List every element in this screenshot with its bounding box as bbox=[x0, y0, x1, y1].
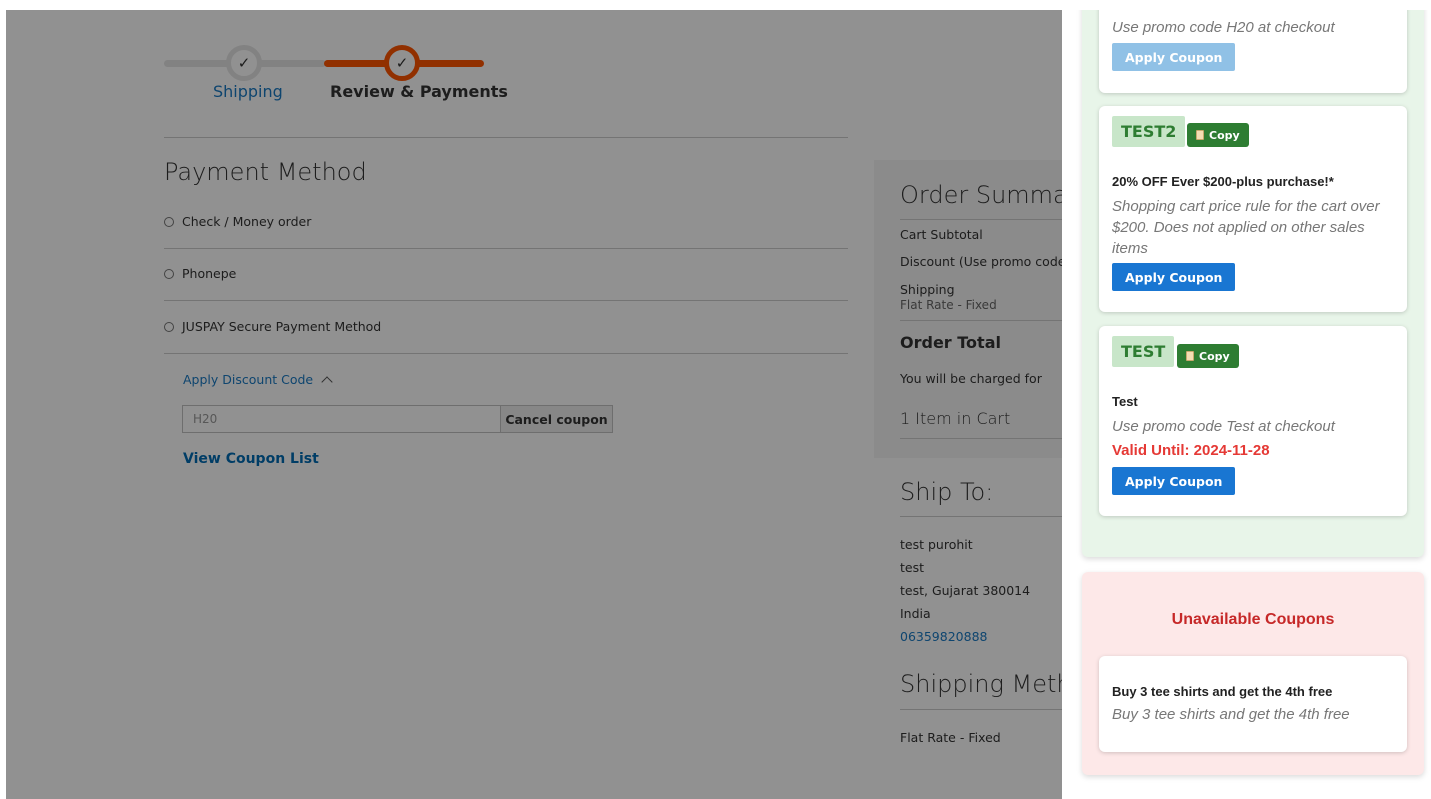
coupon-list-drawer: Use promo code H20 at checkout Apply Cou… bbox=[1062, 10, 1431, 799]
apply-coupon-button[interactable]: Apply Coupon bbox=[1112, 263, 1236, 291]
modal-backdrop[interactable] bbox=[6, 10, 1062, 799]
coupon-title: 20% OFF Ever $200-plus purchase!* bbox=[1112, 174, 1334, 189]
coupon-description: Use promo code Test at checkout bbox=[1112, 418, 1335, 435]
coupon-title: Buy 3 tee shirts and get the 4th free bbox=[1112, 684, 1333, 699]
clipboard-icon bbox=[1186, 351, 1194, 361]
copy-button[interactable]: Copy bbox=[1187, 123, 1249, 147]
coupon-description: Use promo code H20 at checkout bbox=[1112, 19, 1335, 36]
top-strip bbox=[0, 0, 1431, 10]
copy-button[interactable]: Copy bbox=[1177, 344, 1239, 368]
clipboard-icon bbox=[1196, 130, 1204, 140]
copy-label: Copy bbox=[1199, 349, 1230, 363]
coupon-card-test: TEST Copy Test Use promo code Test at ch… bbox=[1099, 326, 1407, 516]
apply-coupon-button[interactable]: Apply Coupon bbox=[1112, 467, 1236, 495]
unavailable-coupons-panel: Unavailable Coupons Buy 3 tee shirts and… bbox=[1082, 572, 1424, 775]
coupon-card-h20: Use promo code H20 at checkout Apply Cou… bbox=[1099, 10, 1407, 93]
apply-coupon-button[interactable]: Apply Coupon bbox=[1112, 43, 1236, 71]
unavailable-coupons-title: Unavailable Coupons bbox=[1171, 611, 1335, 628]
coupon-description: Buy 3 tee shirts and get the 4th free bbox=[1112, 706, 1350, 723]
coupon-code-badge: TEST bbox=[1112, 336, 1175, 367]
coupon-code-badge: TEST2 bbox=[1112, 116, 1186, 147]
coupon-description: Shopping cart price rule for the cart ov… bbox=[1112, 198, 1380, 257]
coupon-valid-until: Valid Until: 2024-11-28 bbox=[1112, 442, 1270, 459]
coupon-title: Test bbox=[1112, 394, 1138, 409]
copy-label: Copy bbox=[1209, 128, 1240, 142]
coupon-card-test2: TEST2 Copy 20% OFF Ever $200-plus purcha… bbox=[1099, 106, 1407, 312]
coupon-card-unavailable: Buy 3 tee shirts and get the 4th free Bu… bbox=[1099, 656, 1407, 752]
available-coupons-panel: Use promo code H20 at checkout Apply Cou… bbox=[1082, 10, 1424, 557]
